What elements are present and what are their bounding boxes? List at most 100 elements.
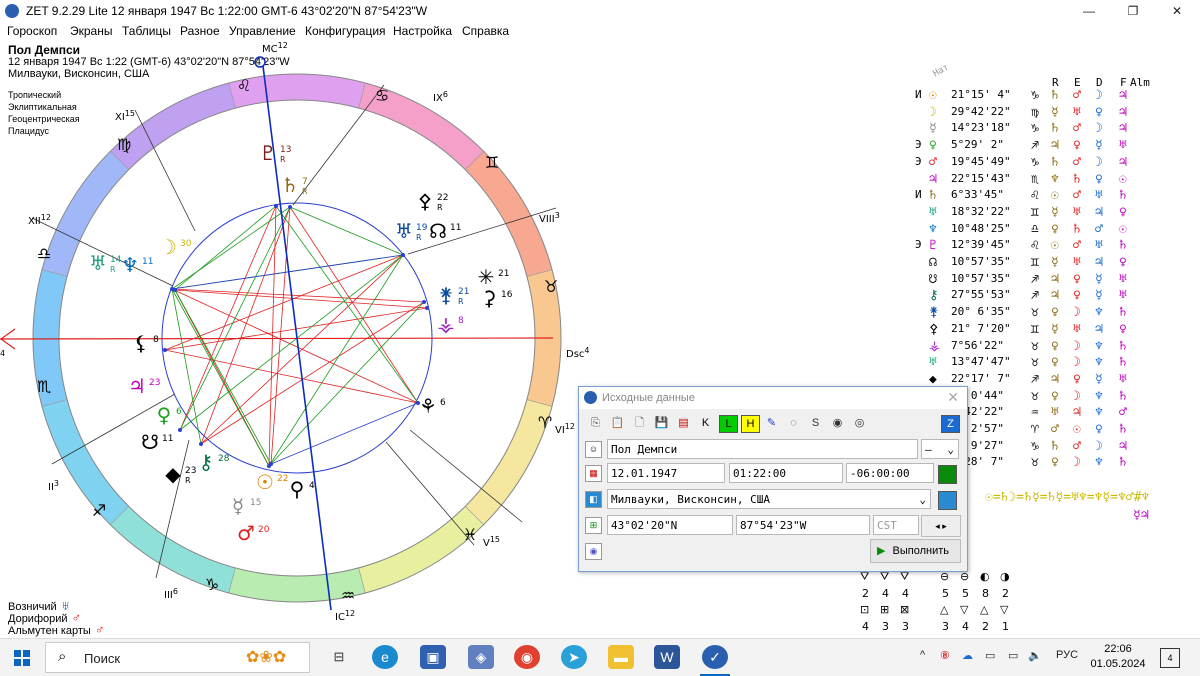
toolbar-button[interactable]: ▤ — [675, 415, 692, 431]
planet-degree: 13 — [280, 145, 291, 155]
windows-start-icon[interactable] — [14, 650, 30, 666]
toolbar-button[interactable]: ◎ — [851, 415, 868, 431]
name-field[interactable]: Пол Демпси — [607, 439, 918, 459]
planet-degree: 6 — [176, 407, 182, 417]
zet-app-icon[interactable]: ✓ — [702, 645, 728, 669]
detriment-icon: ☽ — [1095, 88, 1103, 103]
fall-icon: ♃ — [1119, 104, 1127, 120]
restore-button[interactable]: ❐ — [1110, 0, 1156, 22]
language-indicator[interactable]: РУС — [1056, 649, 1078, 661]
row-position: 22°17' 7" — [951, 371, 1011, 385]
toolbar-button[interactable]: 🗋 — [631, 415, 648, 431]
execute-button[interactable]: ▶ Выполнить — [870, 539, 961, 563]
fall-icon: ♃ — [1119, 438, 1127, 454]
fall-icon: ♄ — [1119, 355, 1127, 371]
uranus-icon: ♅ — [60, 598, 71, 613]
gmt-offset-field[interactable]: -06:00:00 — [846, 463, 934, 483]
chrome-icon[interactable]: ◉ — [514, 645, 540, 669]
app-icon-3[interactable]: ▣ — [420, 645, 446, 669]
aspect-icon: ⛛ — [880, 570, 890, 583]
tz-spinner[interactable]: ◂ ▸ — [921, 515, 961, 537]
aspect-count: 4 — [882, 587, 889, 600]
volume-icon[interactable]: 🔈 — [1028, 649, 1042, 662]
dialog-title-bar[interactable]: Исходные данные ✕ — [579, 387, 967, 409]
detriment-icon: ♀ — [1095, 104, 1103, 120]
planet-degree: 16 — [501, 290, 513, 300]
detriment-icon: ☿ — [1095, 138, 1103, 154]
planet-degree: 19 — [416, 223, 428, 233]
notification-icon[interactable]: 4 — [1160, 648, 1180, 668]
menu-misc[interactable]: Разное — [180, 24, 220, 38]
place-field[interactable]: Милвауки, Висконсин, США ⌄ — [607, 489, 931, 509]
toolbar-button[interactable]: S — [807, 415, 824, 431]
longitude-field[interactable]: 87°54'23"W — [736, 515, 870, 535]
task-view-icon[interactable]: ⊟ — [326, 645, 352, 669]
toolbar-button[interactable]: ✎ — [763, 415, 780, 431]
tray-device-icon[interactable]: ▭ — [985, 649, 995, 662]
toolbar-button[interactable]: H — [741, 415, 760, 433]
latitude-field[interactable]: 43°02'20"N — [607, 515, 733, 535]
planet-degree: 21 — [498, 269, 509, 279]
tray-chevron-icon[interactable]: ^ — [920, 649, 925, 661]
dialog-close-button[interactable]: ✕ — [947, 389, 959, 406]
menu-settings[interactable]: Настройка — [393, 24, 452, 38]
menu-tables[interactable]: Таблицы — [122, 24, 171, 38]
taskbar-search[interactable]: ⌕ Поиск ✿❀✿ — [45, 642, 310, 673]
atlas-button[interactable] — [938, 491, 957, 510]
toolbar-button[interactable]: ◉ — [829, 415, 846, 431]
zodiac-sign-icon: ♐ — [92, 501, 106, 520]
word-icon[interactable]: W — [654, 645, 680, 669]
exaltation-icon: ♃ — [1073, 405, 1081, 421]
aspect-icon: ◐ — [980, 570, 990, 583]
toolbar-button[interactable]: 💾 — [653, 415, 670, 431]
fall-icon: ♃ — [1119, 121, 1127, 137]
toolbar-button[interactable]: ⎘ — [587, 415, 604, 431]
close-button[interactable]: ✕ — [1154, 0, 1200, 22]
planet-icon: ♆ — [929, 221, 937, 237]
search-placeholder: Поиск — [84, 651, 121, 666]
telegram-icon[interactable]: ➤ — [561, 645, 587, 669]
planet-glyph: ♅ 14R — [89, 251, 122, 275]
toolbar-button[interactable]: Z — [941, 415, 960, 433]
zodiac-sign-icon: ♈ — [538, 413, 552, 432]
planet-icon: ☊ — [429, 219, 447, 243]
clock[interactable]: 22:06 01.05.2024 — [1088, 642, 1148, 672]
battery-icon[interactable]: ▭ — [1008, 649, 1018, 662]
menu-horoscope[interactable]: Гороскоп — [7, 24, 57, 38]
planet-glyph: ☉ 22 — [256, 470, 288, 494]
minimize-button[interactable]: — — [1066, 0, 1112, 22]
toolbar-button[interactable]: L — [719, 415, 738, 433]
gender-select[interactable]: — ⌄ — [921, 439, 959, 459]
planet-degree: 30 — [180, 239, 192, 249]
clock-time: 22:06 — [1104, 643, 1132, 655]
menu-configuration[interactable]: Конфигурация — [305, 24, 386, 38]
row-prefix: Э — [915, 154, 922, 168]
toolbar-button[interactable]: ◌ — [785, 415, 802, 431]
aspect-count: 2 — [982, 620, 989, 633]
time-field[interactable]: 01:22:00 — [729, 463, 843, 483]
onedrive-icon[interactable]: ☁ — [962, 649, 973, 662]
file-explorer-icon[interactable]: ▬ — [608, 645, 634, 669]
planet-icon: ♄ — [281, 173, 299, 197]
planet-icon: ⚴ — [929, 321, 939, 337]
timezone-field[interactable]: CST — [873, 515, 919, 535]
toolbar-button[interactable]: 📋 — [609, 415, 626, 431]
planet-icon: ☊ — [929, 255, 937, 270]
toolbar-button[interactable]: K — [697, 415, 714, 431]
menu-screens[interactable]: Экраны — [70, 24, 112, 38]
app-icon-4[interactable]: ◈ — [468, 645, 494, 669]
planet-retro: R — [110, 265, 116, 274]
place-value: Милвауки, Висконсин, США — [611, 493, 770, 506]
menu-control[interactable]: Управление — [229, 24, 296, 38]
aspect-icon: △ — [980, 603, 989, 616]
zodiac-sign-icon: ♏ — [37, 377, 51, 396]
date-field[interactable]: 12.01.1947 — [607, 463, 725, 483]
planet-glyph: ✳ 21 — [478, 265, 510, 289]
row-prefix: И — [915, 188, 922, 202]
daylight-toggle[interactable] — [938, 465, 957, 484]
execute-label: Выполнить — [892, 545, 950, 557]
tray-app-icon[interactable]: ⑧ — [940, 649, 950, 662]
dsc-label: Dsc4 — [566, 346, 590, 360]
menu-help[interactable]: Справка — [462, 24, 509, 38]
edge-icon[interactable]: e — [372, 645, 398, 669]
